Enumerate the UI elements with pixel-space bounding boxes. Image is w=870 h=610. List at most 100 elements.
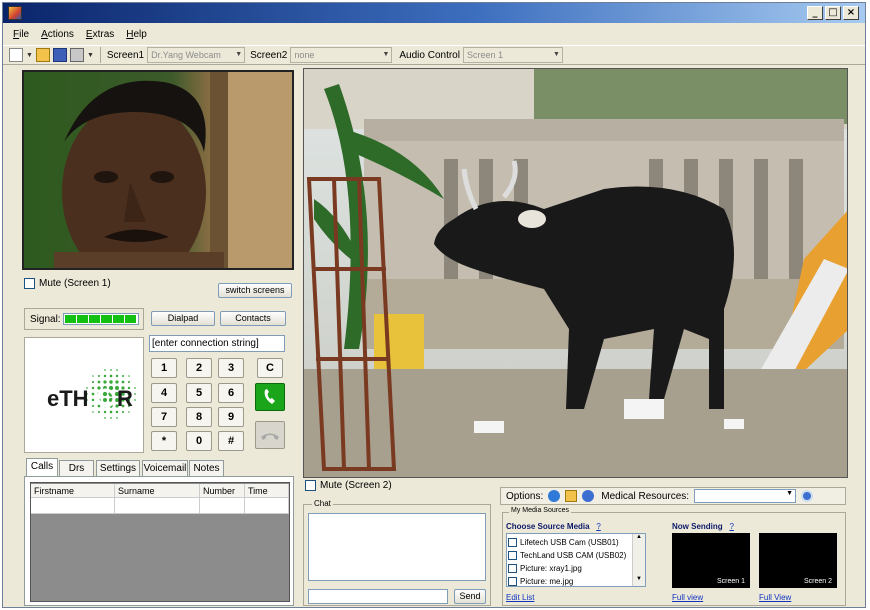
app-icon xyxy=(8,6,22,20)
list-item[interactable]: TechLand USB CAM (USB02) xyxy=(508,549,626,562)
title-bar[interactable]: _ □ × xyxy=(3,3,865,23)
media-item-checkbox[interactable] xyxy=(508,538,517,547)
signal-panel: Signal: xyxy=(24,308,144,330)
mute-screen1[interactable]: Mute (Screen 1) xyxy=(24,278,111,289)
medical-resources-select[interactable]: ▼ xyxy=(694,489,797,503)
open-icon[interactable] xyxy=(35,48,50,62)
logo-text-left: eTH xyxy=(47,386,89,411)
maximize-button[interactable]: □ xyxy=(825,6,841,20)
go-icon[interactable] xyxy=(801,490,814,502)
save-icon[interactable] xyxy=(52,48,67,62)
new-dropdown-icon[interactable]: ▼ xyxy=(26,52,33,59)
mute-screen2-checkbox[interactable] xyxy=(305,480,316,491)
key-1[interactable]: 1 xyxy=(151,358,177,378)
media-item-checkbox[interactable] xyxy=(508,564,517,573)
table-cell[interactable] xyxy=(200,498,245,514)
key-2[interactable]: 2 xyxy=(186,358,212,378)
tab-drs[interactable]: Drs xyxy=(59,460,94,476)
column-number[interactable]: Number xyxy=(200,484,245,498)
screen1-preview[interactable]: Screen 1 xyxy=(672,533,750,588)
now-sending-help-link[interactable]: ? xyxy=(729,522,733,531)
list-item[interactable]: Picture: me.jpg xyxy=(508,575,573,588)
column-firstname[interactable]: Firstname xyxy=(31,484,115,498)
tab-settings[interactable]: Settings xyxy=(96,460,140,476)
tab-calls[interactable]: Calls xyxy=(26,458,58,476)
edit-list-link[interactable]: Edit List xyxy=(506,593,534,602)
contacts-button[interactable]: Contacts xyxy=(220,311,286,326)
minimize-button[interactable]: _ xyxy=(807,6,823,20)
dialpad-button[interactable]: Dialpad xyxy=(151,311,215,326)
list-item[interactable]: Picture: xray1.jpg xyxy=(508,562,582,575)
media-item-label: Picture: xray1.jpg xyxy=(520,564,582,573)
chevron-down-icon: ▼ xyxy=(382,51,390,58)
screen2-video[interactable] xyxy=(303,68,848,478)
table-cell[interactable] xyxy=(245,498,289,514)
key-4[interactable]: 4 xyxy=(151,383,177,403)
full-view-link-1[interactable]: Full view xyxy=(672,593,703,602)
hangup-button[interactable] xyxy=(255,421,285,449)
chat-group: Chat Send xyxy=(303,499,491,606)
column-surname[interactable]: Surname xyxy=(115,484,200,498)
new-icon[interactable] xyxy=(9,48,23,62)
media-item-checkbox[interactable] xyxy=(508,577,517,586)
internet-explorer-icon[interactable] xyxy=(548,490,561,502)
screen1-select[interactable]: Dr.Yang Webcam ▼ xyxy=(147,47,246,63)
key-clear[interactable]: C xyxy=(257,358,283,378)
scroll-down-icon[interactable]: ▼ xyxy=(633,576,645,586)
options-bar: Options: Medical Resources: ▼ xyxy=(500,487,846,505)
screen1-video[interactable] xyxy=(22,70,294,270)
media-item-checkbox[interactable] xyxy=(508,551,517,560)
key-0[interactable]: 0 xyxy=(186,431,212,451)
chat-log[interactable] xyxy=(308,513,486,581)
key-5[interactable]: 5 xyxy=(186,383,212,403)
print-icon[interactable] xyxy=(69,48,84,62)
menu-extras[interactable]: Extras xyxy=(86,29,114,40)
mute-screen2[interactable]: Mute (Screen 2) xyxy=(305,480,392,491)
folder-icon[interactable] xyxy=(565,490,578,502)
key-8[interactable]: 8 xyxy=(186,407,212,427)
mute-screen1-label: Mute (Screen 1) xyxy=(39,278,111,289)
full-view-link-2[interactable]: Full View xyxy=(759,593,791,602)
mute-screen2-label: Mute (Screen 2) xyxy=(320,480,392,491)
signal-bar xyxy=(77,315,88,323)
column-time[interactable]: Time xyxy=(245,484,289,498)
list-item[interactable]: Lifetech USB Cam (USB01) xyxy=(508,536,619,549)
signal-bar xyxy=(125,315,136,323)
signal-bar xyxy=(101,315,112,323)
phone-icon xyxy=(264,389,275,404)
key-hash[interactable]: # xyxy=(218,431,244,451)
key-9[interactable]: 9 xyxy=(218,407,244,427)
screen2-preview[interactable]: Screen 2 xyxy=(759,533,837,588)
table-cell[interactable] xyxy=(115,498,200,514)
screen2-label: Screen2 xyxy=(250,49,288,61)
screen1-preview-label: Screen 1 xyxy=(716,578,745,585)
screen2-value: none xyxy=(294,50,315,60)
menu-help[interactable]: Help xyxy=(126,29,147,40)
screen2-select[interactable]: none ▼ xyxy=(290,47,393,63)
send-button[interactable]: Send xyxy=(454,589,486,604)
key-7[interactable]: 7 xyxy=(151,407,177,427)
connection-string-input[interactable]: [enter connection string] xyxy=(149,335,285,352)
scroll-up-icon[interactable]: ▲ xyxy=(633,534,645,544)
source-media-scrollbar[interactable]: ▲ ▼ xyxy=(632,534,645,586)
audio-control-label: Audio Control xyxy=(399,49,460,61)
switch-screens-button[interactable]: switch screens xyxy=(218,283,292,298)
tab-notes[interactable]: Notes xyxy=(189,460,224,476)
table-cell[interactable] xyxy=(31,498,115,514)
key-star[interactable]: * xyxy=(151,431,177,451)
menu-actions[interactable]: Actions xyxy=(41,29,74,40)
choose-source-help-link[interactable]: ? xyxy=(596,522,600,531)
now-sending-heading: Now Sending ? xyxy=(672,521,734,532)
mute-screen1-checkbox[interactable] xyxy=(24,278,35,289)
menu-file[interactable]: File xyxy=(13,29,29,40)
key-3[interactable]: 3 xyxy=(218,358,244,378)
chat-input[interactable] xyxy=(308,589,448,604)
key-6[interactable]: 6 xyxy=(218,383,244,403)
audio-control-select[interactable]: Screen 1 ▼ xyxy=(462,47,563,63)
close-button[interactable]: × xyxy=(843,6,859,20)
tab-voicemail[interactable]: Voicemail xyxy=(142,460,188,476)
chevron-down-icon: ▼ xyxy=(553,51,560,58)
print-dropdown-icon[interactable]: ▼ xyxy=(87,52,94,59)
call-button[interactable] xyxy=(255,383,285,411)
help-icon[interactable] xyxy=(582,490,595,502)
